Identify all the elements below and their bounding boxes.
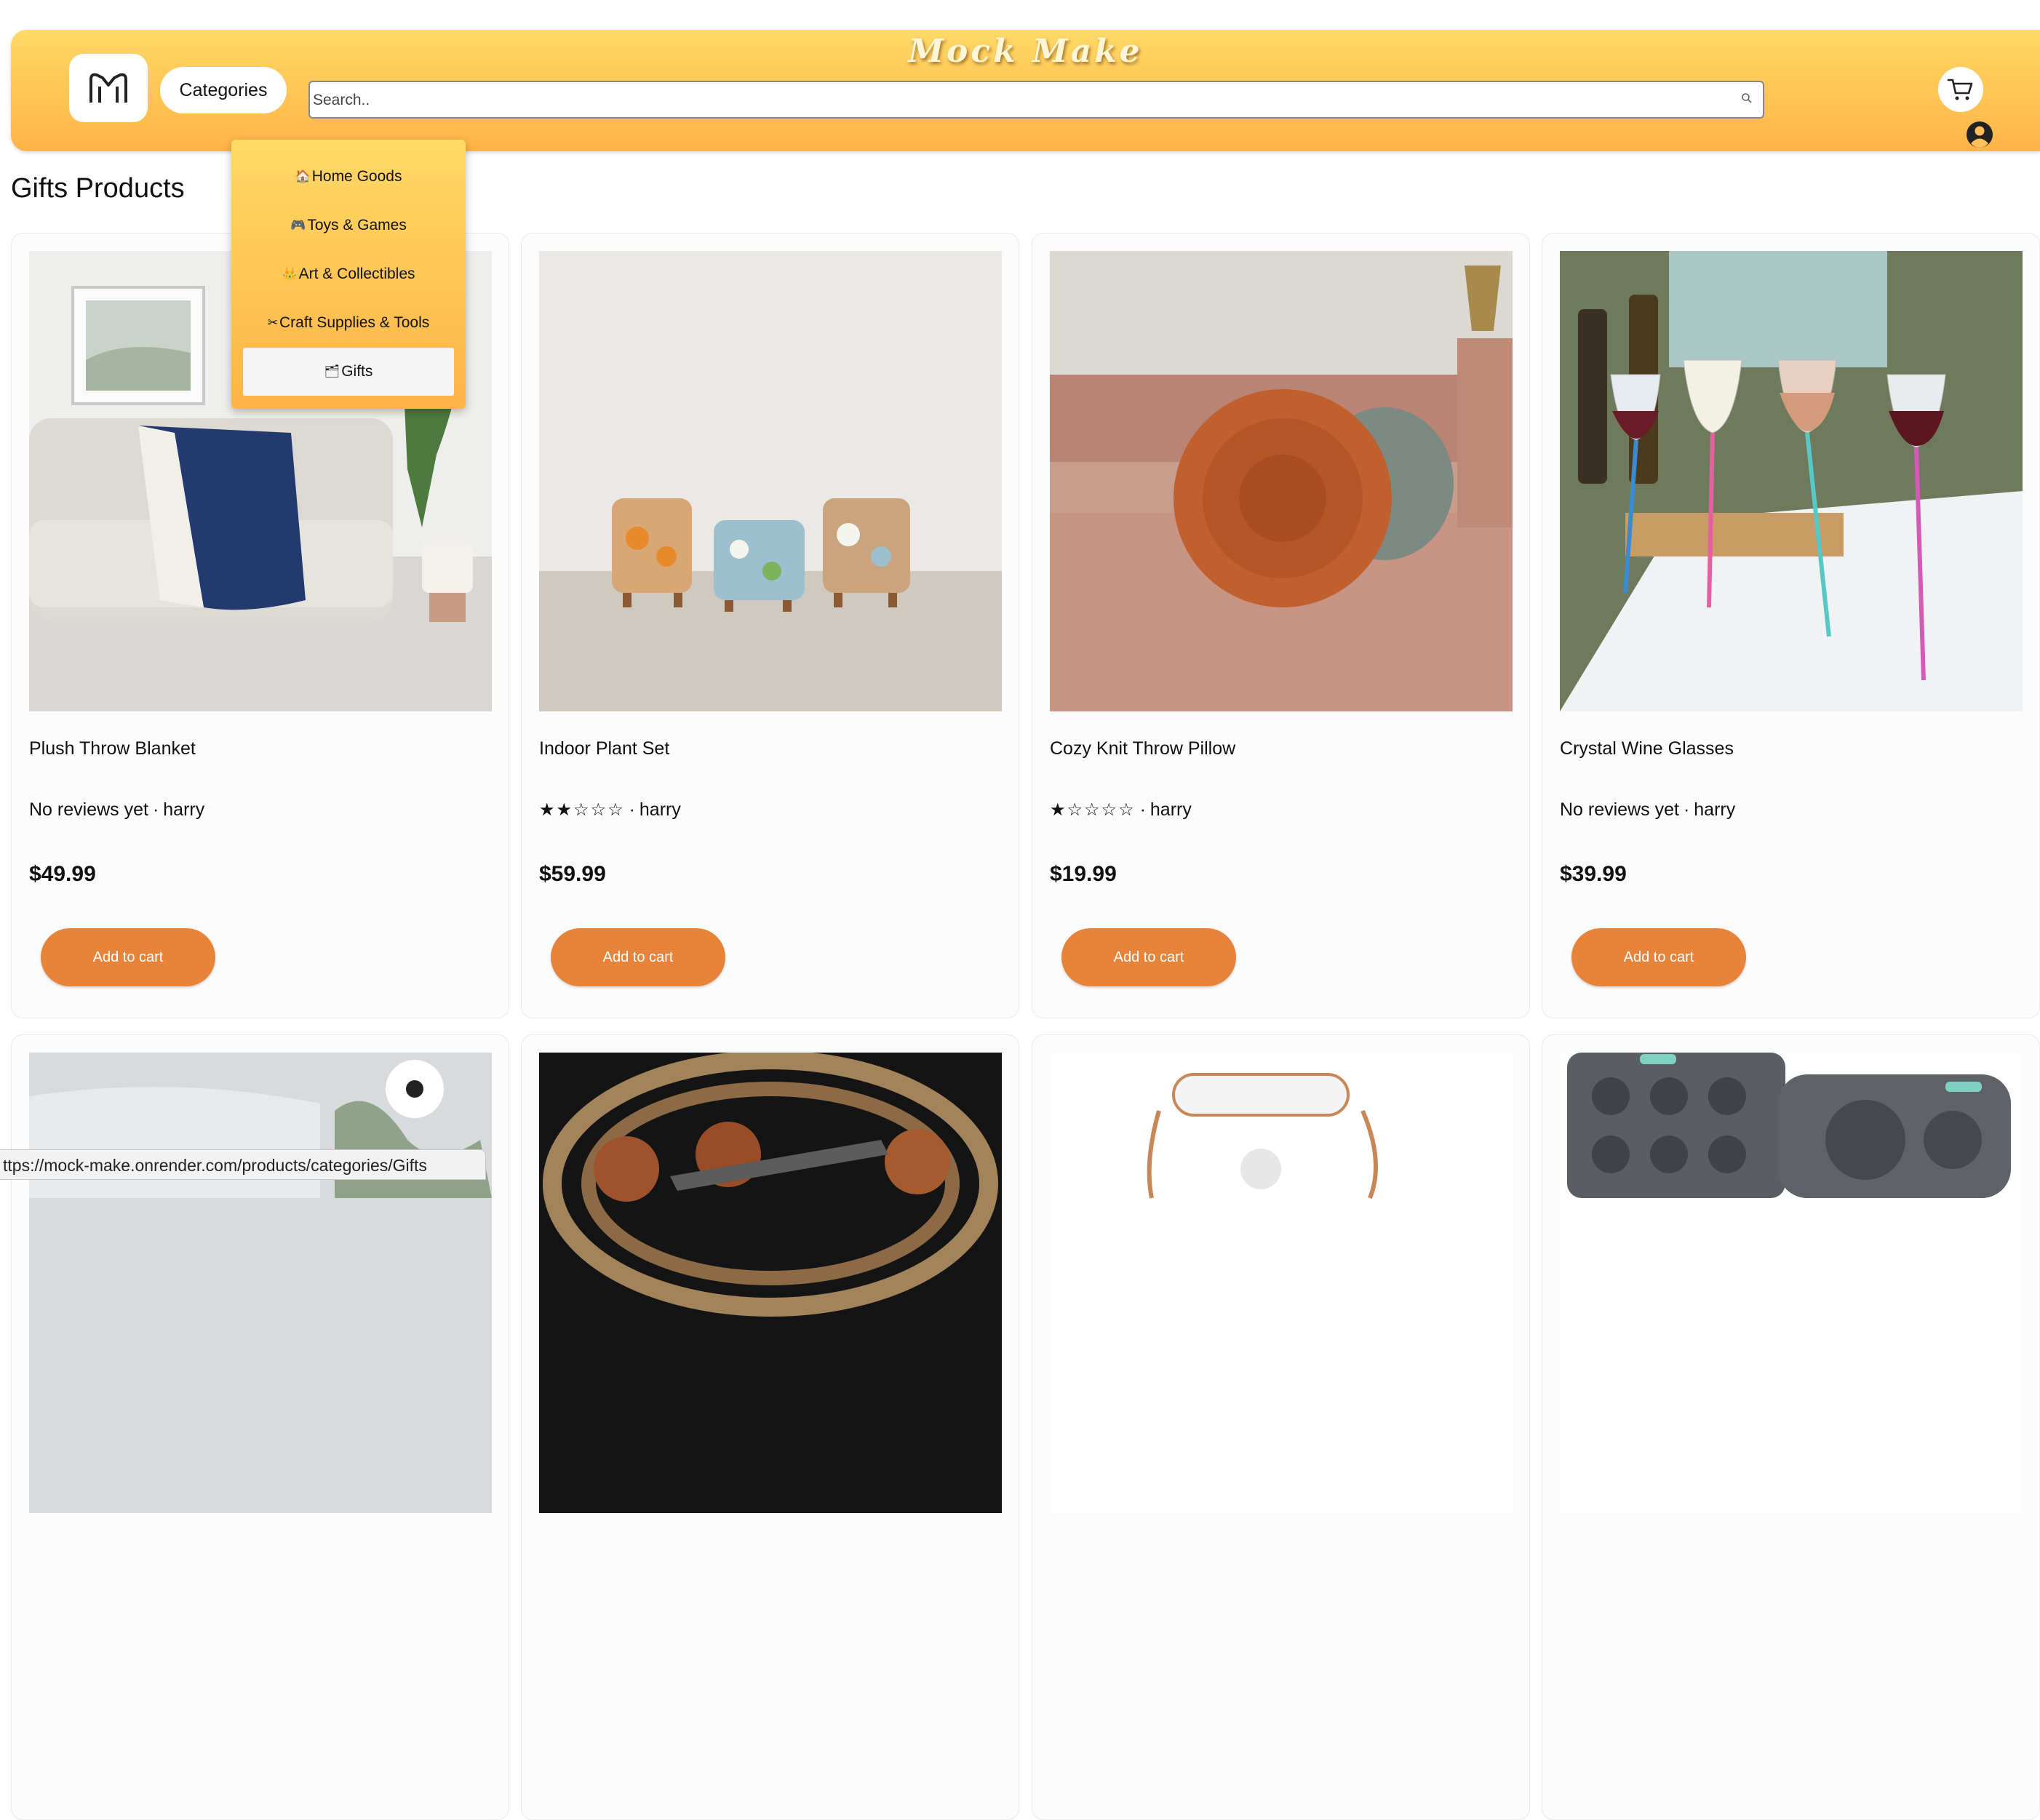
rating-separator: · [1139, 799, 1146, 820]
dropdown-item-toys-games[interactable]: 🎮 Toys & Games [243, 201, 454, 250]
product-card[interactable] [521, 1034, 1019, 1820]
seller-name[interactable]: harry [640, 799, 681, 821]
star-rating: ★☆☆☆☆ [1050, 800, 1136, 820]
seller-name[interactable]: harry [1694, 799, 1735, 821]
product-image-plant-set[interactable] [539, 251, 1002, 711]
search-input[interactable] [311, 82, 1718, 119]
product-card[interactable] [1542, 1034, 2040, 1820]
user-profile-icon[interactable] [1966, 121, 1993, 148]
search-icon[interactable] [1741, 92, 1753, 104]
rating-separator: · [629, 799, 635, 820]
product-image-knit-pillow[interactable] [1050, 251, 1513, 711]
product-price: $39.99 [1560, 862, 1627, 886]
product-image[interactable] [1560, 1053, 2023, 1513]
cart-icon [1947, 79, 1973, 100]
product-rating: ★★☆☆☆ · harry [539, 799, 681, 821]
dropdown-item-label: Toys & Games [307, 217, 407, 234]
dropdown-item-label: Art & Collectibles [298, 266, 415, 282]
seller-name[interactable]: harry [1150, 799, 1192, 821]
product-rating: No reviews yet · harry [1560, 799, 1735, 821]
product-name[interactable]: Crystal Wine Glasses [1560, 738, 1734, 759]
folder-icon: 🗂 [324, 364, 340, 378]
product-image[interactable] [29, 1053, 492, 1513]
product-rating: ★☆☆☆☆ · harry [1050, 799, 1192, 821]
product-image[interactable] [1050, 1053, 1513, 1513]
home-icon: 🏠 [295, 169, 311, 183]
dropdown-item-art-collectibles[interactable]: 👑 Art & Collectibles [243, 250, 454, 298]
dropdown-item-gifts[interactable]: 🗂 Gifts [243, 348, 454, 396]
product-card[interactable]: Cozy Knit Throw Pillow ★☆☆☆☆ · harry $19… [1032, 233, 1530, 1018]
categories-button[interactable]: Categories [160, 67, 287, 113]
brand-title: Mock Make [908, 33, 1143, 70]
dropdown-item-label: Gifts [341, 363, 373, 380]
product-card[interactable] [1032, 1034, 1530, 1820]
product-price: $59.99 [539, 862, 606, 886]
search-bar [308, 81, 1764, 119]
product-name[interactable]: Plush Throw Blanket [29, 738, 196, 759]
home-logo[interactable] [69, 54, 148, 122]
star-rating: ★★☆☆☆ [539, 800, 625, 820]
categories-dropdown: 🏠 Home Goods 🎮 Toys & Games 👑 Art & Coll… [231, 140, 466, 409]
dropdown-item-label: Home Goods [311, 168, 402, 185]
rating-separator: · [152, 799, 159, 820]
crown-icon: 👑 [282, 267, 298, 281]
dropdown-item-label: Craft Supplies & Tools [279, 314, 430, 331]
gamepad-icon: 🎮 [290, 218, 306, 232]
cart-button[interactable] [1938, 67, 1983, 112]
product-card[interactable]: Indoor Plant Set ★★☆☆☆ · harry $59.99 Ad… [521, 233, 1019, 1018]
page-title: Gifts Products [11, 173, 185, 204]
logo-icon [89, 73, 127, 103]
rating-text: No reviews yet [29, 799, 148, 820]
product-rating: No reviews yet · harry [29, 799, 204, 821]
product-card[interactable]: Crystal Wine Glasses No reviews yet · ha… [1542, 233, 2040, 1018]
product-name[interactable]: Cozy Knit Throw Pillow [1050, 738, 1235, 759]
add-to-cart-button[interactable]: Add to cart [1571, 928, 1746, 986]
add-to-cart-button[interactable]: Add to cart [551, 928, 725, 986]
rating-text: No reviews yet [1560, 799, 1679, 820]
site-header: Mock Make Categories [11, 30, 2040, 151]
product-image-wine-glasses[interactable] [1560, 251, 2023, 711]
product-price: $19.99 [1050, 862, 1117, 886]
product-price: $49.99 [29, 862, 96, 886]
scissors-icon: ✂ [267, 316, 279, 330]
rating-separator: · [1683, 799, 1690, 820]
add-to-cart-button[interactable]: Add to cart [41, 928, 215, 986]
seller-name[interactable]: harry [163, 799, 204, 821]
product-image[interactable] [539, 1053, 1002, 1513]
add-to-cart-button[interactable]: Add to cart [1061, 928, 1236, 986]
product-name[interactable]: Indoor Plant Set [539, 738, 669, 759]
dropdown-item-home-goods[interactable]: 🏠 Home Goods [243, 153, 454, 201]
link-status-bar: ttps://mock-make.onrender.com/products/c… [0, 1149, 486, 1180]
dropdown-item-craft-supplies[interactable]: ✂ Craft Supplies & Tools [243, 299, 454, 347]
